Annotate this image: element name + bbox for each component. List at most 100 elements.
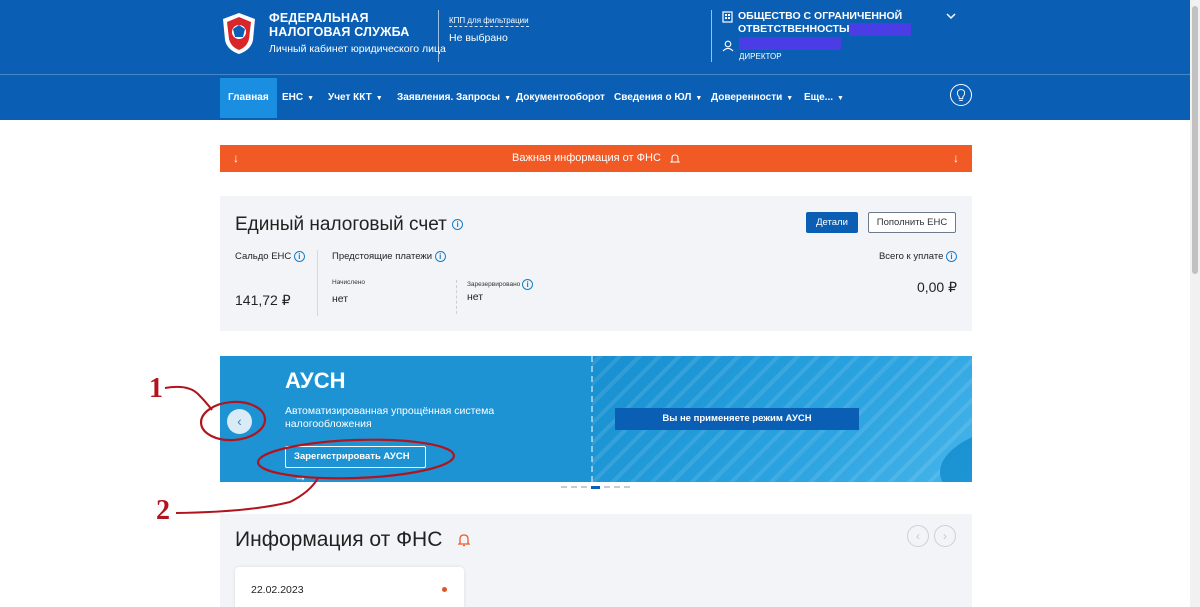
main-nav: Главная ЕНС ▼ Учет ККТ ▼ Заявления. Запрос… (0, 74, 1200, 120)
annotation-number-2: 2 (156, 495, 170, 526)
ausn-banner: АУСН Автоматизированная упрощённая систе… (220, 356, 972, 482)
saldo-label: Сальдо ЕНС i (235, 251, 305, 262)
banner-title: АУСН (285, 368, 346, 393)
info-icon[interactable]: i (293, 251, 305, 262)
building-icon (722, 11, 733, 23)
reserved-label: Зарезервировано i (467, 279, 534, 290)
news-next-button[interactable]: › (934, 525, 956, 547)
important-notice-bar[interactable]: ↓ Важная информация от ФНС ↓ (220, 145, 972, 172)
total-label: Всего к уплате i (879, 251, 957, 262)
arrow-down-icon: ↓ (953, 151, 959, 165)
scrollbar-thumb[interactable] (1192, 6, 1198, 274)
saldo-label-text: Сальдо ЕНС (235, 251, 292, 263)
fns-info-section: Информация от ФНС ‹ › 22.02.2023 (220, 514, 972, 607)
kpp-filter[interactable]: КПП для фильтрации Не выбрано (449, 10, 529, 44)
news-prev-button[interactable]: ‹ (907, 525, 929, 547)
ens-card: Единый налоговый счет i Детали Пополнить… (220, 196, 972, 331)
reserved-value: нет (467, 291, 484, 303)
accrued-value: нет (332, 293, 349, 305)
carousel-dot[interactable] (561, 486, 567, 488)
upcoming-label: Предстоящие платежи i (332, 251, 446, 262)
nav-requests-label: Заявления. Запросы (397, 92, 501, 103)
nav-kkt-label: Учет ККТ (328, 92, 372, 103)
topup-ens-button[interactable]: Пополнить ЕНС (868, 212, 956, 233)
bell-icon (458, 534, 470, 547)
caret-down-icon: ▼ (504, 95, 512, 102)
register-ausn-label: Зарегистрировать АУСН (294, 451, 410, 462)
caret-down-icon: ▼ (307, 95, 315, 102)
caret-down-icon: ▼ (375, 95, 383, 102)
fns-emblem-logo[interactable] (218, 10, 260, 56)
user-role: ДИРЕКТОР (739, 52, 782, 61)
total-label-text: Всего к уплате (878, 251, 944, 263)
fns-info-title: Информация от ФНС (235, 528, 443, 551)
nav-documents-label: Документооборот (516, 92, 605, 103)
nav-powers-label: Доверенности (711, 92, 783, 103)
kpp-filter-value[interactable]: Не выбрано (449, 32, 529, 44)
carousel-dot[interactable] (624, 486, 630, 488)
brand-title[interactable]: ФЕДЕРАЛЬНАЯ НАЛОГОВАЯ СЛУЖБА Личный каби… (269, 11, 446, 55)
carousel-dot-active[interactable] (591, 486, 600, 489)
notice-text: Важная информация от ФНС (512, 152, 661, 164)
carousel-prev-button[interactable]: ‹ (227, 409, 252, 434)
nav-documents[interactable]: Документооборот (516, 78, 605, 118)
annotation-line-2 (175, 477, 319, 514)
redacted-block (849, 23, 911, 36)
header-divider (438, 10, 439, 62)
caret-down-icon: ▼ (695, 95, 703, 102)
ens-title: Единый налоговый счет i (235, 214, 464, 236)
banner-description: Автоматизированная упрощённая система на… (285, 405, 495, 430)
annotation-line-1 (164, 385, 213, 411)
nav-home[interactable]: Главная (220, 78, 277, 118)
cabinet-subtitle: Личный кабинет юридического лица (269, 43, 446, 55)
nav-requests[interactable]: Заявления. Запросы ▼ (397, 78, 511, 118)
header: ФЕДЕРАЛЬНАЯ НАЛОГОВАЯ СЛУЖБА Личный каби… (0, 0, 1200, 74)
nav-ens[interactable]: ЕНС ▼ (282, 78, 314, 118)
details-button[interactable]: Детали (806, 212, 858, 233)
info-icon[interactable]: i (946, 251, 957, 262)
news-date: 22.02.2023 (251, 584, 304, 596)
unread-indicator (442, 587, 447, 592)
page-scrollbar[interactable] (1190, 0, 1200, 607)
column-divider (456, 280, 457, 314)
saldo-value: 141,72 ₽ (235, 292, 291, 308)
nav-more-label: Еще... (804, 92, 834, 103)
nav-company-info[interactable]: Сведения о ЮЛ ▼ (614, 78, 702, 118)
caret-down-icon: ▼ (786, 95, 794, 102)
nav-powers-of-attorney[interactable]: Доверенности ▼ (711, 78, 793, 118)
chevron-down-icon[interactable] (946, 12, 956, 20)
carousel-dot[interactable] (571, 486, 577, 488)
reserved-label-text: Зарезервировано (467, 281, 521, 289)
info-icon[interactable]: i (434, 251, 446, 262)
banner-divider (591, 356, 593, 482)
upcoming-label-text: Предстоящие платежи (332, 251, 433, 263)
lightbulb-icon[interactable] (950, 84, 972, 106)
carousel-dot[interactable] (581, 486, 587, 488)
carousel-dot[interactable] (614, 486, 620, 488)
nav-kkt[interactable]: Учет ККТ ▼ (328, 78, 383, 118)
ens-title-text: Единый налоговый счет (235, 214, 447, 235)
user-icon (722, 40, 734, 52)
annotation-number-1: 1 (149, 373, 163, 404)
column-divider (317, 250, 318, 316)
bell-icon (669, 154, 681, 163)
caret-down-icon: ▼ (837, 95, 844, 102)
nav-company-info-label: Сведения о ЮЛ (614, 92, 692, 103)
news-card[interactable]: 22.02.2023 (235, 567, 464, 607)
info-icon[interactable]: i (452, 219, 464, 231)
redacted-block (739, 37, 841, 50)
arrow-down-icon: ↓ (233, 151, 239, 165)
accrued-label: Начислено (332, 279, 366, 286)
total-value: 0,00 ₽ (916, 279, 957, 295)
kpp-filter-label: КПП для фильтрации (449, 16, 529, 27)
nav-more[interactable]: Еще... ▼ (804, 78, 844, 118)
ausn-status-label: Вы не применяете режим АУСН (615, 408, 859, 430)
info-icon[interactable]: i (522, 279, 534, 290)
register-ausn-button[interactable]: Зарегистрировать АУСН → (285, 446, 426, 482)
nav-ens-label: ЕНС (282, 92, 304, 103)
brand-line2: НАЛОГОВАЯ СЛУЖБА (269, 25, 410, 39)
brand-line1: ФЕДЕРАЛЬНАЯ (269, 11, 369, 25)
nav-home-label: Главная (228, 92, 269, 103)
arrow-right-icon: → (294, 469, 307, 482)
carousel-dot[interactable] (604, 486, 610, 488)
